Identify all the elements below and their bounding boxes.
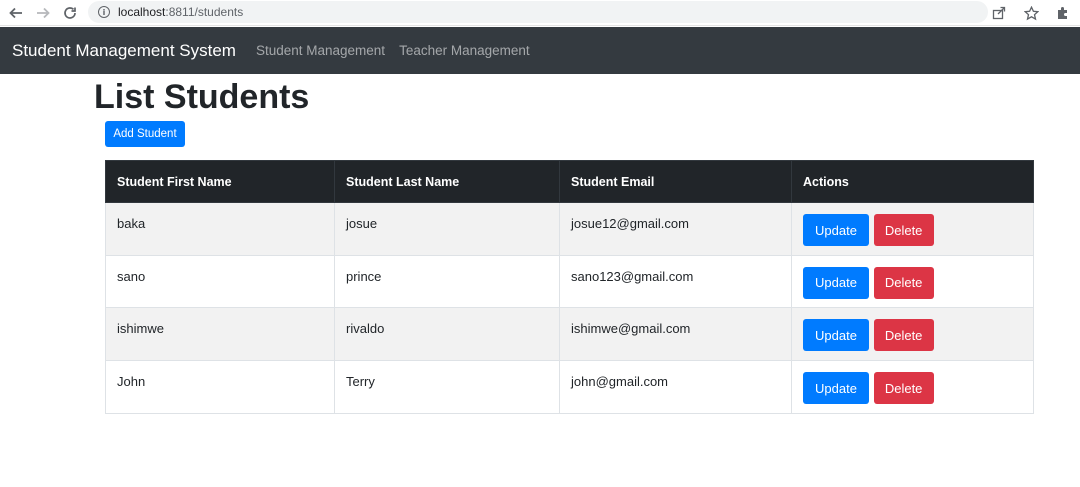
add-student-button[interactable]: Add Student: [105, 121, 185, 147]
share-icon[interactable]: [990, 3, 1008, 23]
cell-first-name: baka: [105, 202, 335, 256]
table-row: ishimwe rivaldo ishimwe@gmail.com Update…: [105, 307, 1034, 362]
cell-actions: Update Delete: [791, 202, 1034, 256]
back-arrow-icon[interactable]: [6, 3, 26, 23]
reload-icon[interactable]: [60, 3, 80, 23]
cell-actions: Update Delete: [791, 360, 1034, 414]
nav-link-student-management[interactable]: Student Management: [256, 43, 385, 58]
page-title: List Students: [94, 78, 310, 116]
update-button[interactable]: Update: [803, 266, 869, 299]
cell-email: ishimwe@gmail.com: [559, 307, 792, 362]
delete-button[interactable]: Delete: [873, 319, 934, 352]
navbar-brand[interactable]: Student Management System: [12, 41, 236, 61]
students-table: Student First Name Student Last Name Stu…: [105, 160, 1034, 414]
column-header-actions: Actions: [791, 160, 1034, 203]
table-header-row: Student First Name Student Last Name Stu…: [105, 160, 1034, 203]
column-header-first-name: Student First Name: [105, 160, 335, 203]
url-text: localhost:8811/students: [118, 5, 244, 19]
extensions-puzzle-icon[interactable]: [1054, 3, 1072, 23]
browser-toolbar: i localhost:8811/students: [0, 0, 1080, 26]
nav-link-teacher-management[interactable]: Teacher Management: [399, 43, 530, 58]
update-button[interactable]: Update: [803, 319, 869, 352]
table-row: baka josue josue12@gmail.com Update Dele…: [105, 202, 1034, 256]
cell-last-name: prince: [334, 254, 560, 309]
forward-arrow-icon[interactable]: [33, 3, 53, 23]
app-navbar: Student Management System Student Manage…: [0, 27, 1080, 74]
cell-first-name: ishimwe: [105, 307, 335, 362]
cell-first-name: John: [105, 360, 335, 414]
table-row: John Terry john@gmail.com Update Delete: [105, 360, 1034, 414]
update-button[interactable]: Update: [803, 372, 869, 405]
cell-email: john@gmail.com: [559, 360, 792, 414]
cell-actions: Update Delete: [791, 307, 1034, 362]
cell-first-name: sano: [105, 254, 335, 309]
table-row: sano prince sano123@gmail.com Update Del…: [105, 254, 1034, 309]
update-button[interactable]: Update: [803, 214, 869, 246]
column-header-email: Student Email: [559, 160, 792, 203]
bookmark-star-icon[interactable]: [1022, 3, 1040, 23]
column-header-last-name: Student Last Name: [334, 160, 560, 203]
info-icon[interactable]: i: [98, 6, 110, 18]
cell-actions: Update Delete: [791, 254, 1034, 309]
cell-last-name: Terry: [334, 360, 560, 414]
cell-email: sano123@gmail.com: [559, 254, 792, 309]
delete-button[interactable]: Delete: [873, 214, 934, 246]
cell-email: josue12@gmail.com: [559, 202, 792, 256]
address-bar[interactable]: i localhost:8811/students: [88, 1, 988, 23]
delete-button[interactable]: Delete: [873, 372, 934, 405]
cell-last-name: josue: [334, 202, 560, 256]
cell-last-name: rivaldo: [334, 307, 560, 362]
delete-button[interactable]: Delete: [873, 266, 934, 299]
